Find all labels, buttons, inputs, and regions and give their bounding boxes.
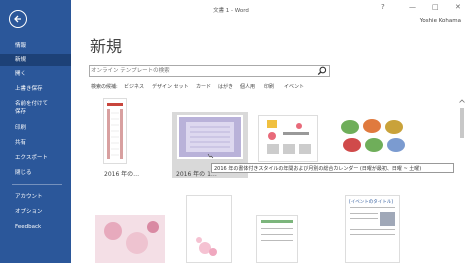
calendar-purple-thumbnail [177,115,243,159]
restore-button[interactable]: □ [432,3,439,11]
template-calendar-floral[interactable] [258,115,318,162]
suggestion-design-sets[interactable]: デザイン セット [152,83,189,90]
suggestion-postcards[interactable]: はがき [218,83,233,90]
nav-account[interactable]: アカウント [0,194,71,200]
nav-feedback[interactable]: Feedback [0,224,71,230]
back-button[interactable] [9,10,27,28]
suggestion-personal[interactable]: 個人用 [240,83,255,90]
template-calendar-red[interactable] [103,98,127,164]
document-title: 文書 1 - Word [213,8,249,14]
floral-card-thumbnail [95,215,165,263]
nav-export[interactable]: エクスポート [0,155,71,161]
template-label-1: 2016 年の… [104,171,140,178]
template-event-flyer[interactable]: [イベントのタイトル] [345,195,400,263]
sakura-card-thumbnail [187,196,231,262]
elephants-thumbnail [341,119,405,152]
suggestion-business[interactable]: ビジネス [124,83,144,90]
template-calendar-elephants[interactable] [338,115,410,162]
calendar-floral-thumbnail [259,116,317,161]
template-search-input[interactable] [91,67,311,75]
nav-save-as-line2[interactable]: 保存 [0,109,71,115]
backstage-sidebar: 情報 新規 開く 上書き保存 名前を付けて 保存 印刷 共有 エクスポート 閉じ… [0,0,71,263]
nav-options[interactable]: オプション [0,209,71,215]
nav-save-as[interactable]: 名前を付けて [0,101,71,107]
suggestion-cards[interactable]: カード [196,83,211,90]
suggestion-print[interactable]: 印刷 [264,83,274,90]
nav-close[interactable]: 閉じる [0,170,71,176]
user-account-name[interactable]: Yoshie Kohama [420,18,461,24]
suggested-searches-label: 検索の候補: [91,84,118,90]
template-search-box[interactable] [89,65,330,77]
nav-print[interactable]: 印刷 [0,125,71,131]
nav-share[interactable]: 共有 [0,140,71,146]
search-icon[interactable] [317,66,327,76]
calendar-red-thumbnail [104,99,126,163]
scroll-thumb[interactable] [460,108,464,138]
nav-info[interactable]: 情報 [0,43,71,49]
close-button[interactable]: ✕ [455,3,461,11]
template-green-doc[interactable] [256,215,298,263]
green-doc-thumbnail [257,216,297,262]
template-floral-card[interactable] [95,215,165,263]
back-arrow-icon [14,15,21,23]
template-tooltip: 2016 年の書体付きスタイルの年間および月別の総合カレンダー (日曜が最初、日… [211,163,454,173]
event-flyer-thumbnail [350,207,395,235]
suggestion-events[interactable]: イベント [284,83,304,90]
nav-save[interactable]: 上書き保存 [0,86,71,92]
page-title: 新規 [90,37,123,56]
help-button[interactable]: ? [381,3,385,11]
template-sakura-card[interactable] [186,195,232,263]
nav-divider [12,184,62,185]
scroll-up-icon[interactable] [458,98,466,104]
nav-open[interactable]: 開く [0,71,71,77]
vertical-scrollbar[interactable] [458,98,466,258]
minimize-button[interactable]: — [409,3,416,11]
title-bar: 文書 1 - Word ? — □ ✕ Yoshie Kohama [71,0,471,26]
nav-new[interactable]: 新規 [0,54,71,66]
